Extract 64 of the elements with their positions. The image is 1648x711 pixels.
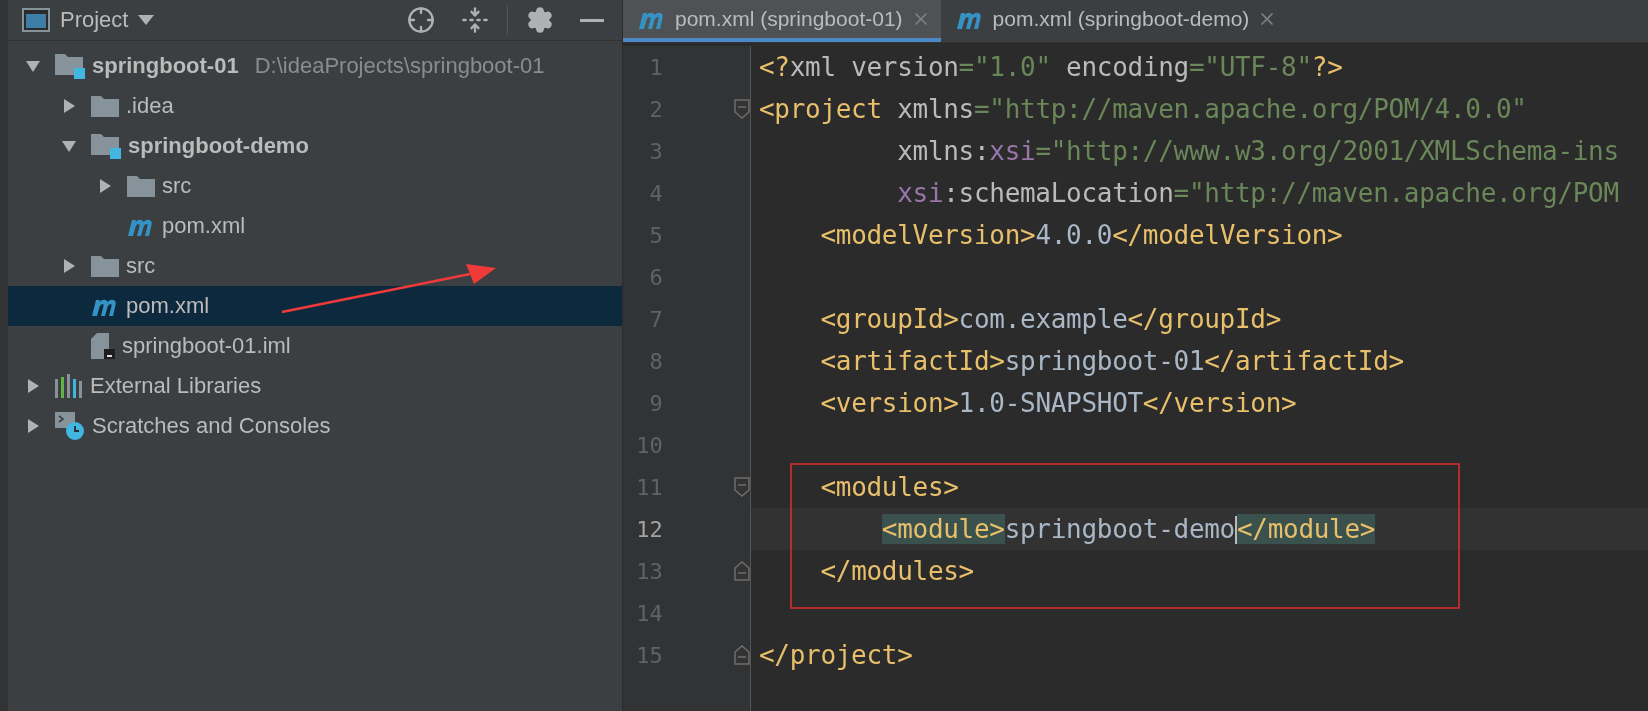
fold-marker-icon[interactable] <box>734 99 750 119</box>
code-line: <artifactId>springboot-01</artifactId> <box>819 346 1404 376</box>
collapsed-arrow-icon[interactable] <box>25 418 41 434</box>
tree-item[interactable]: pom.xml <box>8 286 622 326</box>
settings-icon <box>526 6 554 34</box>
collapse-icon <box>461 6 489 34</box>
code-line: xsi:schemaLocation="http://maven.apache.org/POM <box>896 178 1619 208</box>
fold-marker-icon[interactable] <box>734 645 750 665</box>
folder-icon <box>90 254 120 278</box>
collapsed-arrow-icon[interactable] <box>61 258 77 274</box>
tree-item[interactable]: springboot-01 D:\ideaProjects\springboot-01 <box>8 46 622 86</box>
editor-tab[interactable]: pom.xml (springboot-01) <box>623 0 941 42</box>
scratches-icon <box>54 411 86 441</box>
tree-item-label: src <box>162 173 192 199</box>
code-line: <modelVersion>4.0.0</modelVersion> <box>819 220 1343 250</box>
collapsed-arrow-icon[interactable] <box>97 178 113 194</box>
caret-icon <box>138 15 155 25</box>
crosshair-icon <box>407 6 435 34</box>
code-line: </project> <box>759 640 913 670</box>
tab-label: pom.xml (springboot-01) <box>675 7 903 31</box>
tree-item[interactable]: src <box>8 166 622 206</box>
module-folder-icon <box>90 132 122 160</box>
code-line: <module>springboot-demo</module> <box>880 513 1376 545</box>
libraries-icon <box>54 373 84 399</box>
tree-item-label: springboot-01 <box>92 53 239 79</box>
tab-label: pom.xml (springboot-demo) <box>992 7 1250 31</box>
tree-item-label: src <box>126 253 156 279</box>
collapsed-arrow-icon[interactable] <box>61 98 77 114</box>
tree-item-label: Scratches and Consoles <box>92 413 331 439</box>
expanded-arrow-icon[interactable] <box>61 138 77 154</box>
tree-item-label: External Libraries <box>90 373 262 399</box>
file-icon <box>90 332 116 360</box>
folder-icon <box>90 94 120 118</box>
tree-item[interactable]: src <box>8 246 622 286</box>
tree-item[interactable]: .idea <box>8 86 622 126</box>
folder-icon <box>126 174 156 198</box>
tree-item-label: .idea <box>126 93 174 119</box>
tree-item-label: springboot-demo <box>128 133 309 159</box>
expanded-arrow-icon[interactable] <box>25 58 41 74</box>
tree-item[interactable]: pom.xml <box>8 206 622 246</box>
code-line: <?xml version="1.0" encoding="UTF-8"?> <box>759 52 1343 82</box>
code-line: <project xmlns="http://maven.apache.org/POM/4.0.0" <box>759 94 1527 124</box>
minimize-icon <box>580 18 604 22</box>
code-line: </modules> <box>819 556 974 586</box>
tree-item[interactable]: Scratches and Consoles <box>8 406 622 446</box>
code-line: <groupId>com.example</groupId> <box>819 304 1282 334</box>
tree-item[interactable]: springboot-01.iml <box>8 326 622 366</box>
code-line: <version>1.0-SNAPSHOT</version> <box>819 388 1297 418</box>
code-line: xmlns:xsi="http://www.w3.org/2001/XMLSchema-ins <box>896 136 1619 166</box>
collapsed-arrow-icon[interactable] <box>25 378 41 394</box>
tree-item-label: pom.xml <box>162 213 246 239</box>
window-icon <box>22 8 50 32</box>
project-path: D:\ideaProjects\springboot-01 <box>254 53 545 79</box>
tree-item[interactable]: External Libraries <box>8 366 622 406</box>
editor-tab[interactable]: pom.xml (springboot-demo) <box>940 0 1288 42</box>
code-line: <modules> <box>819 472 959 502</box>
fold-marker-icon[interactable] <box>734 477 750 497</box>
tree-item-label: pom.xml <box>126 293 210 319</box>
tree-item[interactable]: springboot-demo <box>8 126 622 166</box>
module-folder-icon <box>54 52 86 80</box>
tree-item-label: springboot-01.iml <box>122 333 291 359</box>
project-view-dropdown[interactable]: Project <box>22 7 155 33</box>
line-number: 12 <box>635 516 663 542</box>
fold-marker-icon[interactable] <box>734 561 750 581</box>
